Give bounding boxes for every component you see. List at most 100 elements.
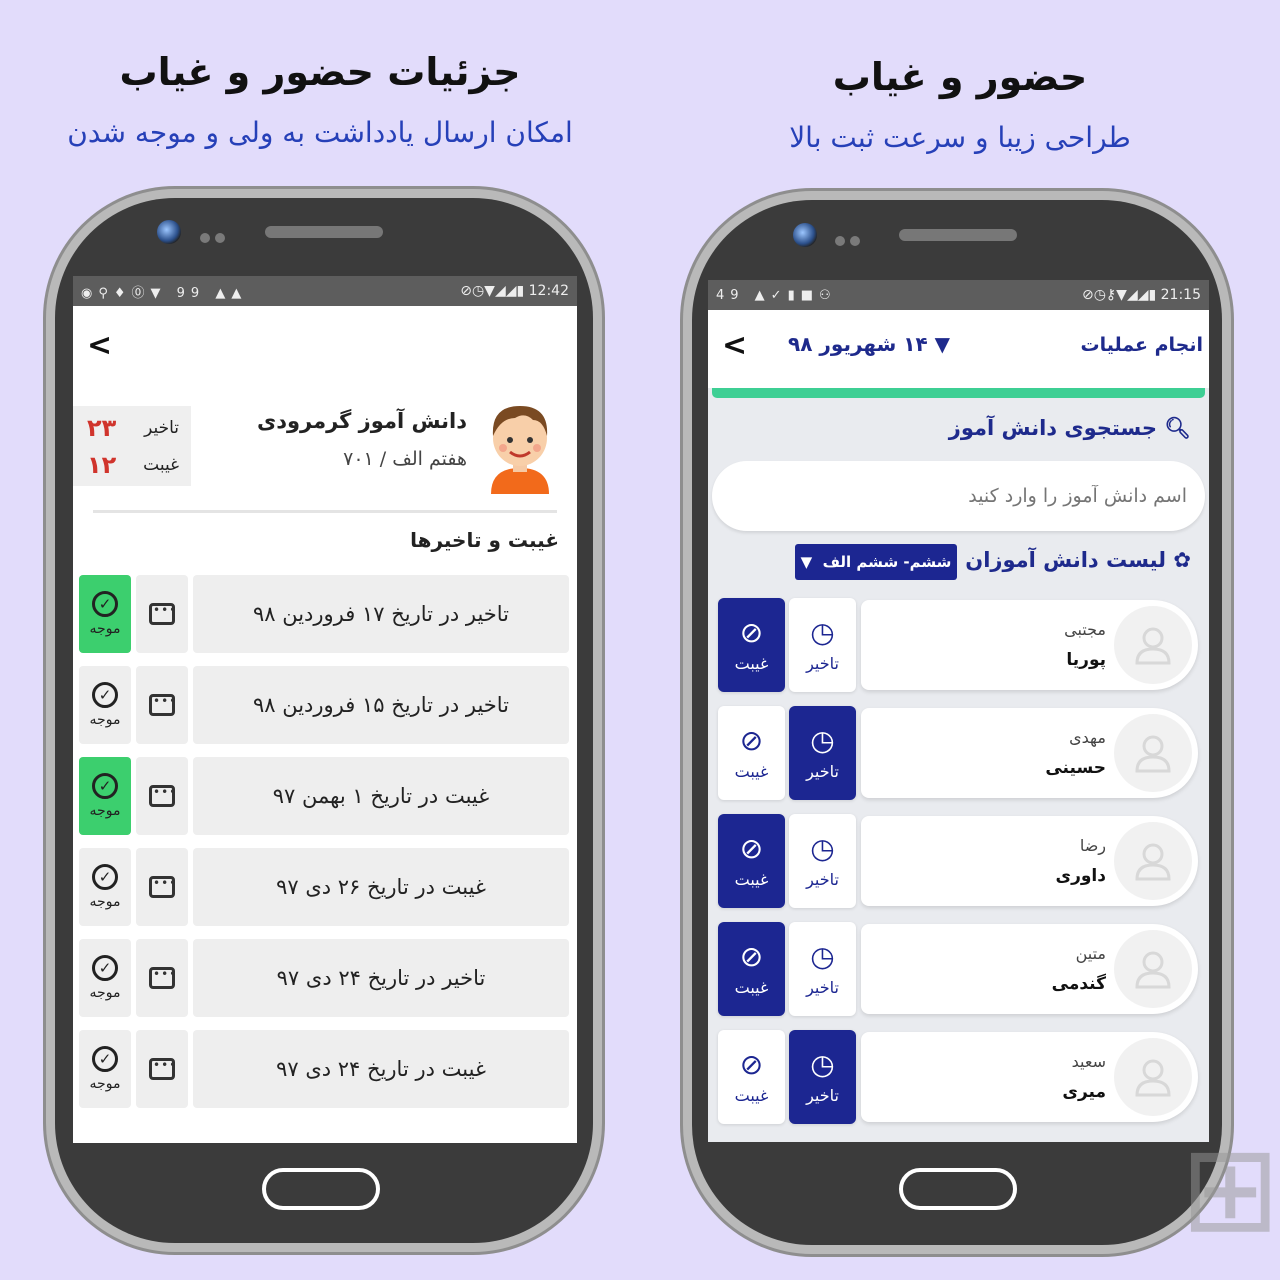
status-number: 49 xyxy=(716,287,745,303)
speaker xyxy=(899,229,1017,241)
check-circle-icon: ✓ xyxy=(92,1046,118,1072)
right-screen: 49 ▲✓▮■⚇ ⊘◷⚷▼◢◢▮ 21:15 < ▼ ۱۴ شهریور ۹۸ … xyxy=(708,280,1209,1142)
user-icon xyxy=(1114,714,1192,792)
class-selector[interactable]: ششم- ششم الف ▼ xyxy=(795,544,957,580)
student-row: مهدی حسینی ◷ تاخیر ⊘ غیبت xyxy=(718,706,1198,800)
user-icon xyxy=(1114,822,1192,900)
student-first-name: رضا xyxy=(1079,836,1106,855)
top-bar: < ▼ ۱۴ شهریور ۹۸ انجام عملیات xyxy=(708,310,1209,388)
user-icon xyxy=(1114,606,1192,684)
clock-alert-icon: ◷ xyxy=(810,939,835,973)
home-button[interactable] xyxy=(262,1168,380,1210)
student-avatar xyxy=(491,406,549,494)
student-card[interactable]: سعید میری xyxy=(861,1032,1198,1122)
progress-bar xyxy=(712,388,1205,398)
students-icon: ✿ xyxy=(1173,548,1191,572)
home-button[interactable] xyxy=(899,1168,1017,1210)
student-first-name: مجتبی xyxy=(1064,620,1106,639)
user-icon xyxy=(1114,930,1192,1008)
status-bar: ◉⚲♦⓪▼ 99 ▲▲ ⊘◷▼◢◢▮ 12:42 xyxy=(73,276,577,306)
check-circle-icon: ✓ xyxy=(92,773,118,799)
search-icon: 🔍︎ xyxy=(1164,416,1191,440)
record-row: ✓ موجه تاخیر در تاریخ ۱۵ فروردین ۹۸ xyxy=(79,666,569,744)
block-icon: ⊘ xyxy=(739,723,764,757)
excuse-button[interactable]: ✓ موجه xyxy=(79,939,131,1017)
absent-button[interactable]: ⊘ غیبت xyxy=(718,814,785,908)
excuse-button[interactable]: ✓ موجه xyxy=(79,757,131,835)
record-text: غیبت در تاریخ ۱ بهمن ۹۷ xyxy=(193,757,569,835)
student-card[interactable]: مهدی حسینی xyxy=(861,708,1198,798)
camera xyxy=(157,220,181,244)
right-title: حضور و غیاب xyxy=(832,55,1088,99)
record-row: ✓ موجه غیبت در تاریخ ۲۴ دی ۹۷ xyxy=(79,1030,569,1108)
message-icon xyxy=(149,785,177,807)
date-selector[interactable]: ▼ ۱۴ شهریور ۹۸ xyxy=(788,332,950,356)
sensor-dots xyxy=(835,231,867,246)
note-button[interactable] xyxy=(136,848,188,926)
late-button[interactable]: ◷ تاخیر xyxy=(789,1030,856,1124)
excuse-label: موجه xyxy=(89,894,121,910)
late-button[interactable]: ◷ تاخیر xyxy=(789,814,856,908)
record-text: غیبت در تاریخ ۲۶ دی ۹۷ xyxy=(193,848,569,926)
record-text: غیبت در تاریخ ۲۴ دی ۹۷ xyxy=(193,1030,569,1108)
late-button[interactable]: ◷ تاخیر xyxy=(789,598,856,692)
excuse-button[interactable]: ✓ موجه xyxy=(79,848,131,926)
actions-button[interactable]: انجام عملیات xyxy=(1081,334,1203,356)
absent-label: غیبت xyxy=(734,761,769,781)
excuse-label: موجه xyxy=(89,803,121,819)
absent-label: غیبت xyxy=(734,869,769,889)
record-row: ✓ موجه تاخیر در تاریخ ۲۴ دی ۹۷ xyxy=(79,939,569,1017)
absent-button[interactable]: ⊘ غیبت xyxy=(718,1030,785,1124)
late-stat: تاخیر ۲۳ xyxy=(87,414,179,442)
store-watermark-icon: ⊞ xyxy=(1180,1120,1280,1259)
absent-button[interactable]: ⊘ غیبت xyxy=(718,922,785,1016)
clock: 12:42 xyxy=(528,283,569,299)
student-card[interactable]: متین گندمی xyxy=(861,924,1198,1014)
block-icon: ⊘ xyxy=(739,831,764,865)
student-last-name: گندمی xyxy=(1051,974,1106,994)
late-button[interactable]: ◷ تاخیر xyxy=(789,922,856,1016)
sensor-dots xyxy=(200,228,232,243)
excuse-button[interactable]: ✓ موجه xyxy=(79,575,131,653)
message-icon xyxy=(149,876,177,898)
record-text: تاخیر در تاریخ ۱۵ فروردین ۹۸ xyxy=(193,666,569,744)
student-class: هفتم الف / ۷۰۱ xyxy=(343,448,467,470)
excuse-button[interactable]: ✓ موجه xyxy=(79,666,131,744)
check-circle-icon: ✓ xyxy=(92,682,118,708)
divider xyxy=(93,510,557,513)
absent-label: غیبت xyxy=(734,1085,769,1105)
excuse-label: موجه xyxy=(89,985,121,1001)
back-button[interactable]: < xyxy=(87,328,112,363)
note-button[interactable] xyxy=(136,939,188,1017)
student-last-name: پوریا xyxy=(1066,650,1106,670)
record-row: ✓ موجه غیبت در تاریخ ۱ بهمن ۹۷ xyxy=(79,757,569,835)
note-button[interactable] xyxy=(136,666,188,744)
left-headline: جزئیات حضور و غیاب امکان ارسال یادداشت ب… xyxy=(40,50,600,149)
late-label: تاخیر xyxy=(806,653,839,673)
student-card[interactable]: مجتبی پوریا xyxy=(861,600,1198,690)
notification-icons: ◉⚲♦⓪▼ 99 ▲▲ xyxy=(81,285,248,301)
note-button[interactable] xyxy=(136,575,188,653)
class-label: ششم- ششم الف xyxy=(822,553,952,571)
absent-button[interactable]: ⊘ غیبت xyxy=(718,598,785,692)
back-button[interactable]: < xyxy=(722,328,747,363)
section-title: غیبت و تاخیرها xyxy=(410,528,559,552)
left-phone: ◉⚲♦⓪▼ 99 ▲▲ ⊘◷▼◢◢▮ 12:42 < تاخیر ۲۳ غیبت… xyxy=(55,198,593,1243)
search-input[interactable] xyxy=(712,461,1205,531)
block-icon: ⊘ xyxy=(739,939,764,973)
note-button[interactable] xyxy=(136,1030,188,1108)
student-row: مجتبی پوریا ◷ تاخیر ⊘ غیبت xyxy=(718,598,1198,692)
search-title: 🔍︎ جستجوی دانش آموز xyxy=(949,416,1191,441)
message-icon xyxy=(149,1058,177,1080)
student-card[interactable]: رضا داوری xyxy=(861,816,1198,906)
absent-label: غیبت xyxy=(734,977,769,997)
note-button[interactable] xyxy=(136,757,188,835)
late-label: تاخیر xyxy=(806,869,839,889)
excuse-button[interactable]: ✓ موجه xyxy=(79,1030,131,1108)
absent-button[interactable]: ⊘ غیبت xyxy=(718,706,785,800)
status-time: ⊘◷⚷▼◢◢▮ 21:15 xyxy=(1081,287,1201,303)
chevron-down-icon: ▼ xyxy=(800,553,823,571)
absent-label: غیبت xyxy=(734,653,769,673)
late-button[interactable]: ◷ تاخیر xyxy=(789,706,856,800)
left-screen: ◉⚲♦⓪▼ 99 ▲▲ ⊘◷▼◢◢▮ 12:42 < تاخیر ۲۳ غیبت… xyxy=(73,276,577,1143)
